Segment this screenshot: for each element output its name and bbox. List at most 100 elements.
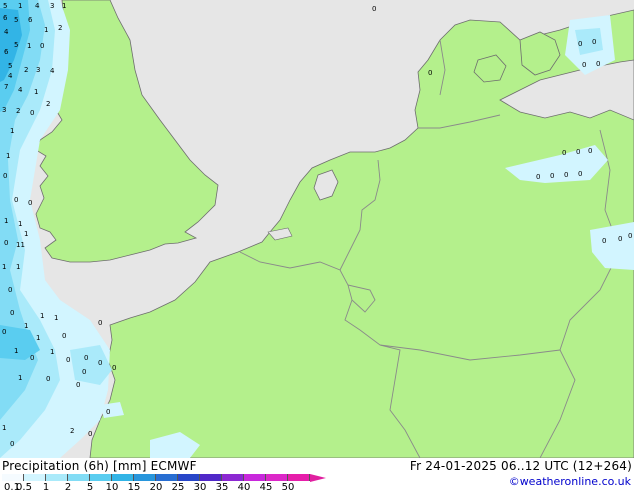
- precip-value: 3: [2, 106, 6, 114]
- precip-value: 2: [46, 100, 50, 108]
- precip-value: 0: [106, 408, 110, 416]
- precip-value: 1: [40, 312, 44, 320]
- precip-value: 0: [592, 38, 596, 46]
- precip-value: 0: [40, 42, 44, 50]
- precip-value: 5: [14, 16, 18, 24]
- precip-value: 0: [582, 61, 586, 69]
- precip-value: 0: [596, 60, 600, 68]
- precip-value: 0: [564, 171, 568, 179]
- precip-value: 4: [18, 86, 23, 94]
- precip-value: 5: [3, 2, 7, 10]
- precip-value: 1: [14, 347, 18, 355]
- legend-label: 2: [64, 482, 72, 493]
- precip-value: 0: [8, 286, 12, 294]
- precip-value: 1: [10, 127, 14, 135]
- precip-value: 0: [66, 356, 70, 364]
- precip-value: 0: [428, 69, 432, 77]
- legend-swatch: [156, 474, 178, 481]
- precip-value: 0: [10, 309, 14, 317]
- legend-label: 5: [86, 482, 94, 493]
- precip-value: 1: [50, 348, 54, 356]
- legend-swatch: [68, 474, 90, 481]
- map-title: Precipitation (6h) [mm] ECMWF: [2, 459, 197, 473]
- precip-value: 0: [10, 440, 14, 448]
- precip-value: 0: [2, 328, 6, 336]
- precip-value: 4: [35, 2, 40, 10]
- precip-value: 2: [58, 24, 62, 32]
- legend-label: 50: [281, 482, 295, 493]
- precip-value: 1: [24, 322, 28, 330]
- precip-value: 4: [8, 72, 13, 80]
- valid-time: Fr 24-01-2025 06..12 UTC (12+264): [409, 459, 632, 473]
- legend-swatch: [222, 474, 244, 481]
- precip-value: 1: [2, 263, 6, 271]
- legend-label: 30: [193, 482, 207, 493]
- legend-label: 25: [171, 482, 185, 493]
- precip-value: 0: [602, 237, 606, 245]
- legend-swatch: [288, 474, 310, 481]
- precip-value: 7: [4, 83, 8, 91]
- precip-value: 6: [4, 48, 9, 56]
- legend-label: 1: [42, 482, 50, 493]
- legend-arrow: [310, 473, 326, 482]
- precip-value: 0: [30, 109, 34, 117]
- legend-swatch: [46, 474, 68, 481]
- precip-value: 3: [36, 66, 40, 74]
- legend-label: 40: [237, 482, 251, 493]
- precip-value: 0: [112, 364, 116, 372]
- precip-value: 0: [46, 375, 50, 383]
- precip-value: 0: [536, 173, 540, 181]
- credit-link[interactable]: ©weatheronline.co.uk: [509, 475, 631, 488]
- precip-value: 1: [16, 263, 20, 271]
- precip-value: 0: [88, 430, 92, 438]
- precipitation-map[interactable]: 5 1 4 3 1 6 5 6 2 1 4 1 0 5 2 5 3 4 4 6 …: [0, 0, 634, 458]
- precip-value: 1: [36, 334, 40, 342]
- legend-label: 45: [259, 482, 273, 493]
- precip-value: 0: [576, 148, 580, 156]
- precip-value: 1: [62, 2, 66, 10]
- legend-swatch: [178, 474, 200, 481]
- footer-bar: Precipitation (6h) [mm] ECMWF Fr 24-01-2…: [0, 458, 634, 493]
- legend-label: 0.5: [16, 482, 32, 493]
- precip-value: 3: [50, 2, 54, 10]
- legend-label: 15: [127, 482, 141, 493]
- precip-value: 5: [14, 41, 18, 49]
- precip-value: 5: [8, 62, 12, 70]
- precip-value: 0: [618, 235, 622, 243]
- precip-value: 0: [550, 172, 554, 180]
- precip-value: 6: [3, 14, 8, 22]
- precip-value: 1: [27, 42, 31, 50]
- precip-value: 2: [70, 427, 74, 435]
- precip-value: 0: [30, 354, 34, 362]
- legend-label: 35: [215, 482, 229, 493]
- precip-value: 11: [16, 241, 25, 249]
- precip-value: 0: [14, 196, 18, 204]
- legend-swatch: [244, 474, 266, 481]
- precip-value: 0: [98, 319, 102, 327]
- precip-value: 0: [62, 332, 66, 340]
- precip-value: 1: [18, 374, 22, 382]
- precip-value: 1: [18, 2, 22, 10]
- legend-swatch: [200, 474, 222, 481]
- precip-value: 0: [3, 172, 7, 180]
- precip-value: 1: [24, 230, 28, 238]
- legend-swatch: [134, 474, 156, 481]
- legend-swatch: [24, 474, 46, 481]
- precip-value: 2: [16, 107, 20, 115]
- precip-value: 0: [98, 359, 102, 367]
- precip-value: 1: [44, 26, 48, 34]
- legend-label: 10: [105, 482, 119, 493]
- precip-value: 0: [578, 170, 582, 178]
- precip-value: 1: [4, 217, 8, 225]
- precip-value: 0: [628, 232, 632, 240]
- precip-value: 0: [76, 381, 80, 389]
- precip-value: 0: [84, 354, 88, 362]
- precip-value: 4: [50, 67, 55, 75]
- precip-value: 1: [54, 314, 58, 322]
- precip-value: 1: [6, 152, 10, 160]
- legend-swatch: [90, 474, 112, 481]
- precip-value: 0: [28, 199, 32, 207]
- legend-swatch: [266, 474, 288, 481]
- color-scale-legend: [2, 473, 326, 482]
- precip-value: 0: [372, 5, 376, 13]
